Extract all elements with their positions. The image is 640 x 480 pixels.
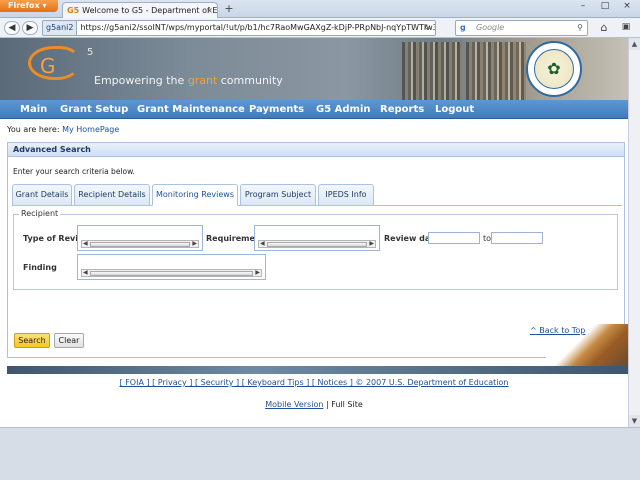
url-bar[interactable]: g5ani2 https://g5ani2/ssoINT/wps/myportal… [42,20,436,36]
review-date-to-input[interactable] [491,232,543,244]
tab-title: Welcome to G5 - Department of Educati... [82,6,218,15]
tagline-accent: grant [187,74,218,87]
clear-button[interactable]: Clear [54,333,84,348]
g5-banner: G 5 Empowering the grant community ✿ [0,38,628,100]
site-identity[interactable]: g5ani2 [43,21,78,35]
scroll-right-icon[interactable]: ▶ [369,240,374,247]
breadcrumb-prefix: You are here: [7,125,63,134]
firefox-menu-button[interactable]: Firefox ▾ [0,0,58,12]
department-seal-logo: ✿ [526,41,582,97]
url-text: https://g5ani2/ssoINT/wps/myportal/!ut/p… [80,23,436,32]
tab-grant-details[interactable]: Grant Details [12,184,72,206]
scroll-left-icon[interactable]: ◀ [83,240,88,247]
scroll-thumb[interactable] [90,271,253,276]
scroll-thumb[interactable] [267,242,367,247]
scroll-right-icon[interactable]: ▶ [255,269,260,276]
maximize-icon[interactable]: □ [594,0,616,14]
scroll-left-icon[interactable]: ◀ [83,269,88,276]
finding-listbox[interactable]: ◀ ▶ [77,254,266,280]
tab-program-subject[interactable]: Program Subject [240,184,316,206]
breadcrumb: You are here: My HomePage [7,125,119,134]
footer-links-line[interactable]: [ FOIA ] [ Privacy ] [ Security ] [ Keyb… [120,378,509,387]
horizontal-scrollbar[interactable]: ◀ ▶ [81,269,262,277]
g5-logo-text: G [40,54,56,78]
back-button[interactable]: ◀ [4,21,20,35]
web-page: G 5 Empowering the grant community ✿ Mai… [0,38,628,427]
footer-links: [ FOIA ] [ Privacy ] [ Security ] [ Keyb… [0,378,628,387]
close-tab-icon[interactable]: × [206,3,213,18]
tab-recipient-details[interactable]: Recipient Details [74,184,150,206]
g5-logo-superscript: 5 [87,47,94,58]
bookshelf-image [402,42,462,100]
full-site-label: Full Site [331,400,363,409]
page-vertical-scrollbar[interactable]: ▲ ▼ [628,38,640,427]
browser-search-input[interactable]: g Google ⚲ [455,20,588,36]
date-to-label: to [483,234,492,243]
search-tabs: Grant Details Recipient Details Monitori… [12,184,622,206]
horizontal-scrollbar[interactable]: ◀ ▶ [81,240,199,248]
scroll-left-icon[interactable]: ◀ [260,240,265,247]
panel-title: Advanced Search [8,143,624,157]
browser-statusbar [0,427,640,480]
home-icon[interactable]: ⌂ [596,21,612,35]
menu-item-grant-setup[interactable]: Grant Setup [60,100,128,119]
tagline-part: Empowering the [94,74,188,87]
scroll-up-icon[interactable]: ▲ [629,38,640,50]
scroll-down-icon[interactable]: ▼ [629,415,640,427]
bookshelf-image [466,42,526,100]
footer-divider-bar [7,366,628,374]
menu-item-main[interactable]: Main [20,100,47,119]
tab-ipeds-info[interactable]: IPEDS Info [318,184,374,206]
seal-tree-icon: ✿ [534,49,574,89]
search-placeholder: Google [476,23,505,32]
menu-item-payments[interactable]: Payments [249,100,304,119]
browser-tab[interactable]: G5Welcome to G5 - Department of Educati.… [62,2,218,18]
scroll-thumb[interactable] [90,242,190,247]
banner-tagline: Empowering the grant community [94,74,283,87]
mobile-version-link[interactable]: Mobile Version [265,400,323,409]
main-menu: Main Grant Setup Grant Maintenance Payme… [0,100,628,119]
close-window-icon[interactable]: × [616,0,638,14]
search-button[interactable]: Search [14,333,50,348]
g5-favicon-icon: G5 [67,6,80,15]
forward-button[interactable]: ▶ [22,21,38,35]
search-engine-icon[interactable]: g [460,21,466,35]
scroll-right-icon[interactable]: ▶ [192,240,197,247]
firefox-menu-label: Firefox [8,1,40,10]
bookmark-star-icon[interactable]: ☆ [410,21,417,35]
reload-icon[interactable]: ↻ [424,21,431,35]
tagline-part: community [217,74,283,87]
menu-item-reports[interactable]: Reports [380,100,424,119]
requirement-listbox[interactable]: ◀ ▶ [254,225,380,251]
fieldset-legend: Recipient [19,209,61,218]
panel-intro-text: Enter your search criteria below. [13,167,135,176]
recipient-fieldset: Recipient Type of Review ◀ ▶ Requirement … [13,209,618,290]
menu-icon[interactable]: ▣ [618,21,634,35]
breadcrumb-home-link[interactable]: My HomePage [62,125,119,134]
browser-titlebar: Firefox ▾ G5 Welcome to G5 - Department o… [0,0,640,18]
menu-item-logout[interactable]: Logout [435,100,474,119]
new-tab-button[interactable]: + [222,3,236,16]
review-date-from-input[interactable] [428,232,480,244]
browser-navbar: ◀ ▶ g5ani2 https://g5ani2/ssoINT/wps/mypo… [0,18,640,38]
tab-monitoring-reviews[interactable]: Monitoring Reviews [152,184,238,206]
minimize-icon[interactable]: – [572,0,594,14]
menu-item-g5-admin[interactable]: G5 Admin [316,100,371,119]
type-of-review-listbox[interactable]: ◀ ▶ [77,225,203,251]
horizontal-scrollbar[interactable]: ◀ ▶ [258,240,376,248]
back-to-top-link[interactable]: ^ Back to Top [530,326,585,335]
menu-item-grant-maintenance[interactable]: Grant Maintenance [137,100,245,119]
footer-site-switch: Mobile Version | Full Site [0,400,628,409]
search-icon[interactable]: ⚲ [577,21,583,35]
finding-label: Finding [23,263,57,272]
